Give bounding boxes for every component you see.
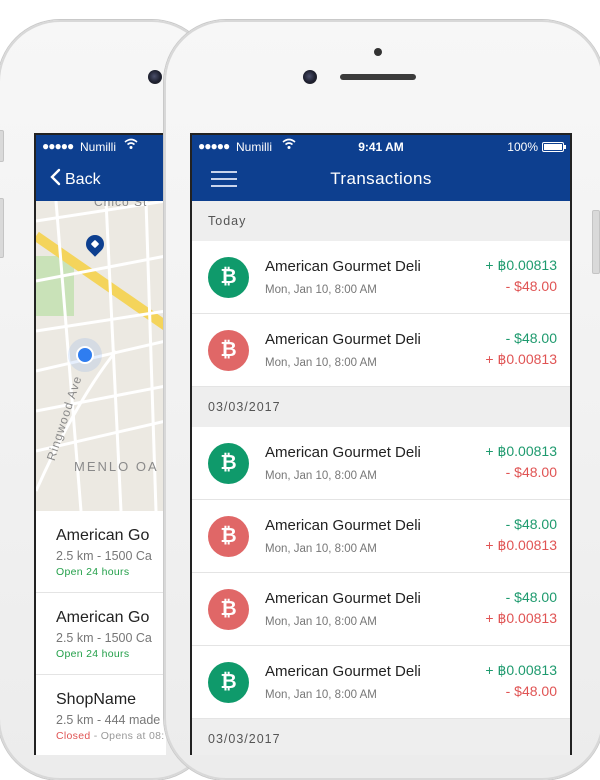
back-status-bar: ●●●●● Numilli [36,135,166,157]
amount-secondary: + ฿0.00813 [485,351,557,367]
transaction-row[interactable]: ₿ American Gourmet Deli Mon, Jan 10, 8:0… [192,314,570,387]
bitcoin-icon: ₿ [208,662,249,703]
transaction-row[interactable]: ₿ American Gourmet Deli Mon, Jan 10, 8:0… [192,500,570,573]
transactions-list: Today ₿ American Gourmet Deli Mon, Jan 1… [192,201,570,755]
amount-secondary: + ฿0.00813 [485,537,557,553]
front-phone-screen: ●●●●● Numilli 9:41 AM 100% Transactions … [190,133,572,755]
map-view[interactable]: Chico St Ringwood Ave MENLO OA [36,201,166,511]
section-header: Today [192,201,570,241]
nav-bar: Transactions [192,157,570,201]
merchant-name: American Gourmet Deli [265,663,421,680]
list-item[interactable]: ShopName 2.5 km - 444 made Closed - Open… [36,675,166,755]
transaction-date: Mon, Jan 10, 8:00 AM [265,543,377,555]
amount-secondary: + ฿0.00813 [485,610,557,626]
merchant-name: American Gourmet Deli [265,444,421,461]
place-name: ShopName [56,691,137,708]
bitcoin-icon: ₿ [208,443,249,484]
battery-percent: 100% [507,140,538,154]
bitcoin-icon: ₿ [208,589,249,630]
amount-primary: - $48.00 [505,330,557,346]
merchant-name: American Gourmet Deli [265,590,421,607]
place-name: American Go [56,527,150,544]
amount-secondary: - $48.00 [505,278,557,294]
battery-icon [542,142,566,152]
front-phone-camera [303,70,317,84]
amount-secondary: - $48.00 [505,464,557,480]
transaction-date: Mon, Jan 10, 8:00 AM [265,284,377,296]
status-bar: ●●●●● Numilli 9:41 AM 100% [192,135,570,157]
bitcoin-icon: ₿ [208,330,249,371]
chevron-left-icon [50,168,61,191]
transaction-date: Mon, Jan 10, 8:00 AM [265,616,377,628]
current-location-icon [76,346,94,364]
phone-power-button [592,210,600,274]
place-distance: 2.5 km - 444 made [56,713,161,727]
place-hours: Closed - Opens at 08: [56,730,166,742]
back-button[interactable]: Back [50,168,101,191]
transaction-row[interactable]: ₿ American Gourmet Deli Mon, Jan 10, 8:0… [192,646,570,719]
phone-volume-up [0,198,4,258]
phone-mute-switch [0,130,4,162]
wifi-icon [124,138,138,153]
place-status-closed: Closed [56,730,91,742]
amount-primary: + ฿0.00813 [485,662,557,678]
transaction-row[interactable]: ₿ American Gourmet Deli Mon, Jan 10, 8:0… [192,241,570,314]
amount-primary: - $48.00 [505,516,557,532]
merchant-name: American Gourmet Deli [265,258,421,275]
bitcoin-icon: ₿ [208,516,249,557]
section-header: 03/03/2017 [192,719,570,755]
signal-dots: ●●●●● [42,139,74,153]
place-name: American Go [56,609,150,626]
place-hours: Open 24 hours [56,566,130,578]
map-street-label: Chico St [94,201,148,209]
map-area-label: MENLO OA [74,459,159,474]
merchant-name: American Gourmet Deli [265,331,421,348]
amount-primary: - $48.00 [505,589,557,605]
transaction-date: Mon, Jan 10, 8:00 AM [265,470,377,482]
section-header: 03/03/2017 [192,387,570,427]
place-distance: 2.5 km - 1500 Ca [56,549,152,563]
back-phone-screen: ●●●●● Numilli Back Chico St Ringwood Ave… [34,133,166,755]
page-title: Transactions [330,169,432,188]
amount-primary: + ฿0.00813 [485,443,557,459]
bitcoin-icon: ₿ [208,257,249,298]
transaction-row[interactable]: ₿ American Gourmet Deli Mon, Jan 10, 8:0… [192,573,570,646]
place-opens-at: - Opens at 08: [90,730,165,742]
list-item[interactable]: American Go 2.5 km - 1500 Ca Open 24 hou… [36,593,166,675]
back-nav-bar: Back [36,157,166,201]
front-phone-speaker [340,74,416,80]
front-phone-sensor [374,48,382,56]
places-list: American Go 2.5 km - 1500 Ca Open 24 hou… [36,511,166,755]
transaction-date: Mon, Jan 10, 8:00 AM [265,357,377,369]
merchant-name: American Gourmet Deli [265,517,421,534]
amount-secondary: - $48.00 [505,683,557,699]
list-item[interactable]: American Go 2.5 km - 1500 Ca Open 24 hou… [36,511,166,593]
amount-primary: + ฿0.00813 [485,257,557,273]
place-distance: 2.5 km - 1500 Ca [56,631,152,645]
back-phone-camera [148,70,162,84]
place-hours: Open 24 hours [56,648,130,660]
transaction-row[interactable]: ₿ American Gourmet Deli Mon, Jan 10, 8:0… [192,427,570,500]
transaction-date: Mon, Jan 10, 8:00 AM [265,689,377,701]
carrier-label: Numilli [80,140,116,154]
back-label: Back [65,171,101,188]
